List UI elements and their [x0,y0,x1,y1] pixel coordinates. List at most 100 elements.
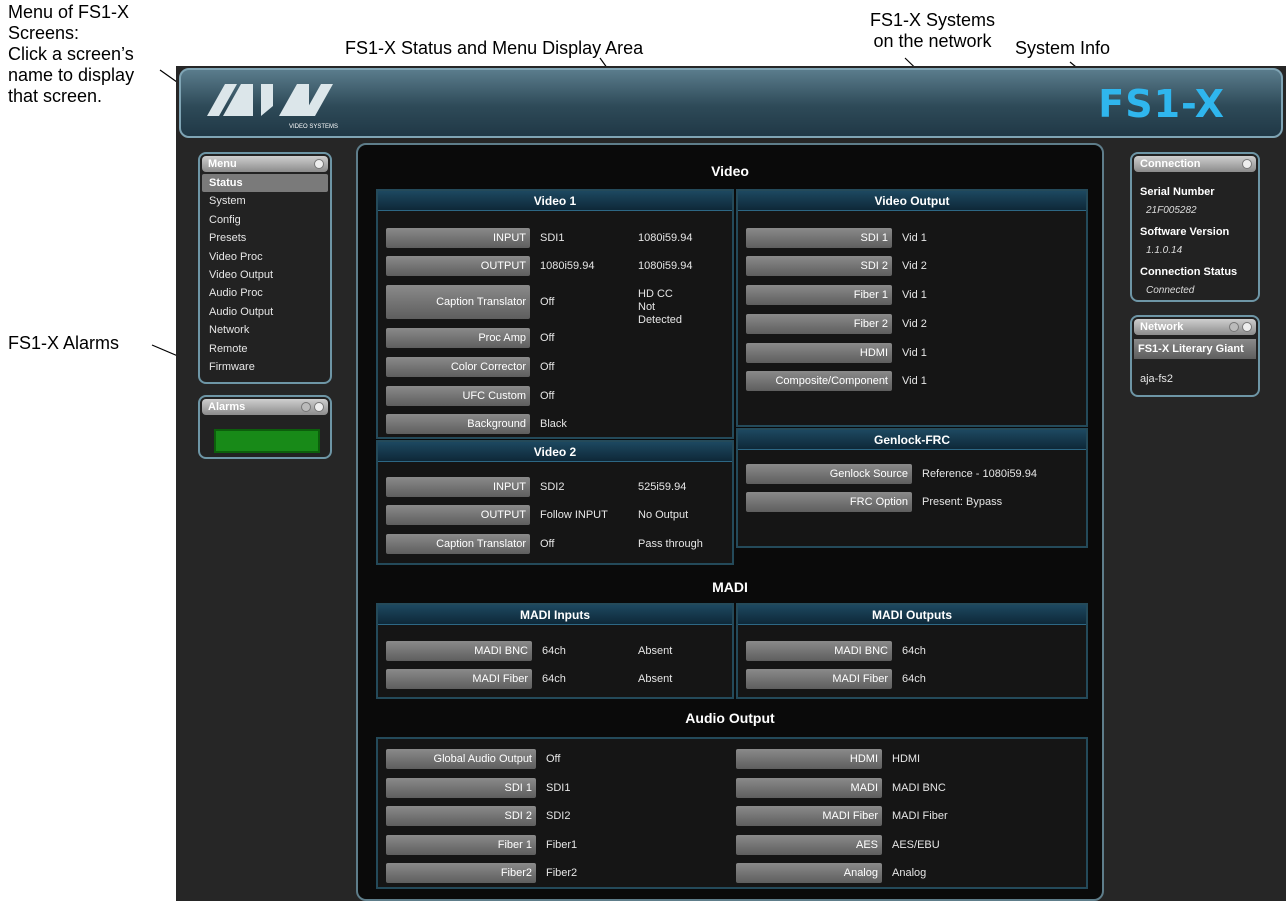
video1-box: Video 1 INPUT SDI1 1080i59.94 OUTPUT 108… [376,189,734,439]
alarms-panel: Alarms [198,395,332,459]
network-system-item[interactable]: aja-fs2 [1140,373,1173,385]
video2-output-button[interactable]: OUTPUT [386,505,530,525]
menu-item-remote[interactable]: Remote [202,340,328,358]
connection-panel-title: Connection [1134,156,1256,172]
audio-fiber1-value: Fiber1 [546,839,578,851]
menu-title-label: Menu [208,158,237,170]
audio-aes-button[interactable]: AES [736,835,882,855]
audio-madi-button[interactable]: MADI [736,778,882,798]
fs1x-web-ui: VIDEO SYSTEMS FS1-X Menu Status System C… [176,66,1286,901]
madi-in-bnc-button[interactable]: MADI BNC [386,641,532,661]
menu-item-video-output[interactable]: Video Output [202,266,328,284]
audio-analog-value: Analog [892,867,927,879]
network-panel: Network FS1-X Literary Giant aja-fs2 [1130,315,1260,397]
minimize-icon[interactable] [301,402,311,412]
menu-item-audio-proc[interactable]: Audio Proc [202,284,328,302]
collapse-icon[interactable] [1242,159,1252,169]
audio-fiber1-button[interactable]: Fiber 1 [386,835,536,855]
menu-item-audio-output[interactable]: Audio Output [202,303,328,321]
refresh-icon[interactable] [1229,322,1239,332]
video-output-title: Video Output [738,191,1086,211]
vout-fiber2-value: Vid 2 [902,318,927,330]
madi-out-bnc-channels: 64ch [902,645,926,657]
vout-fiber1-button[interactable]: Fiber 1 [746,285,892,305]
audio-aes-value: AES/EBU [892,839,940,851]
collapse-icon[interactable] [314,159,324,169]
audio-analog-button[interactable]: Analog [736,863,882,883]
menu-item-network[interactable]: Network [202,321,328,339]
audio-madi-fiber-value: MADI Fiber [892,810,948,822]
menu-item-firmware[interactable]: Firmware [202,358,328,376]
video1-caption-translator-button[interactable]: Caption Translator [386,285,530,319]
audio-global-output-button[interactable]: Global Audio Output [386,749,536,769]
video2-input-button[interactable]: INPUT [386,477,530,497]
vout-fiber2-button[interactable]: Fiber 2 [746,314,892,334]
video1-output-button[interactable]: OUTPUT [386,256,530,276]
video2-input-value: SDI2 [540,481,565,493]
alarm-status-indicator [214,429,320,453]
menu-item-system[interactable]: System [202,192,328,210]
audio-madi-fiber-button[interactable]: MADI Fiber [736,806,882,826]
menu-item-status[interactable]: Status [202,174,328,193]
video1-color-corrector-value: Off [540,361,555,373]
madi-inputs-box: MADI Inputs MADI BNC 64ch Absent MADI Fi… [376,603,734,699]
madi-in-fiber-status: Absent [638,673,673,685]
video1-background-button[interactable]: Background [386,414,530,434]
vout-sdi1-button[interactable]: SDI 1 [746,228,892,248]
serial-number-label: Serial Number [1140,186,1215,198]
status-display-area: Video Video 1 INPUT SDI1 1080i59.94 OUTP… [356,143,1104,901]
madi-out-fiber-button[interactable]: MADI Fiber [746,669,892,689]
video2-caption-translator-button[interactable]: Caption Translator [386,534,530,554]
product-title: FS1-X [1098,82,1225,126]
network-system-selected[interactable]: FS1-X Literary Giant [1134,339,1256,359]
madi-in-fiber-button[interactable]: MADI Fiber [386,669,532,689]
audio-sdi2-button[interactable]: SDI 2 [386,806,536,826]
video1-input-button[interactable]: INPUT [386,228,530,248]
collapse-icon[interactable] [314,402,324,412]
alarms-title-label: Alarms [208,401,246,413]
video2-output-format: No Output [638,509,689,521]
collapse-icon[interactable] [1242,322,1252,332]
alarms-panel-title: Alarms [202,399,328,415]
menu-panel-title: Menu [202,156,328,172]
connection-status-label: Connection Status [1140,266,1238,278]
video1-title: Video 1 [378,191,732,211]
audio-fiber2-value: Fiber2 [546,867,578,879]
connection-title-label: Connection [1140,158,1201,170]
app-header: VIDEO SYSTEMS FS1-X [179,68,1283,138]
vout-composite-button[interactable]: Composite/Component [746,371,892,391]
madi-out-bnc-button[interactable]: MADI BNC [746,641,892,661]
menu-item-config[interactable]: Config [202,211,328,229]
video2-caption-status: Pass through [638,538,703,550]
callout-menu: Menu of FS1-X Screens: Click a screen’s … [8,2,135,106]
audio-hdmi-button[interactable]: HDMI [736,749,882,769]
video-output-box: Video Output SDI 1 Vid 1 SDI 2 Vid 2 Fib… [736,189,1088,427]
aja-logo-sub: VIDEO SYSTEMS [289,124,338,130]
menu-item-presets[interactable]: Presets [202,229,328,247]
genlock-source-value: Reference - 1080i59.94 [922,468,1037,480]
vout-composite-value: Vid 1 [902,375,927,387]
video2-output-value: Follow INPUT [540,509,608,521]
video1-background-value: Black [540,418,567,430]
video1-color-corrector-button[interactable]: Color Corrector [386,357,530,377]
frc-option-button[interactable]: FRC Option [746,492,912,512]
video2-input-format: 525i59.94 [638,481,687,493]
vout-sdi2-value: Vid 2 [902,260,927,272]
software-version-label: Software Version [1140,226,1230,238]
audio-output-section-heading: Audio Output [685,710,775,726]
video1-proc-amp-button[interactable]: Proc Amp [386,328,530,348]
genlock-frc-title: Genlock-FRC [738,430,1086,450]
vout-hdmi-button[interactable]: HDMI [746,343,892,363]
video1-input-format: 1080i59.94 [638,232,693,244]
audio-output-box: Global Audio Output Off SDI 1 SDI1 SDI 2… [376,737,1088,889]
audio-global-output-value: Off [546,753,561,765]
vout-sdi2-button[interactable]: SDI 2 [746,256,892,276]
software-version-value: 1.1.0.14 [1146,245,1183,256]
menu-panel: Menu Status System Config Presets Video … [198,152,332,384]
genlock-source-button[interactable]: Genlock Source [746,464,912,484]
audio-sdi1-button[interactable]: SDI 1 [386,778,536,798]
menu-item-video-proc[interactable]: Video Proc [202,248,328,266]
madi-in-bnc-status: Absent [638,645,673,657]
audio-fiber2-button[interactable]: Fiber2 [386,863,536,883]
video1-ufc-custom-button[interactable]: UFC Custom [386,386,530,406]
